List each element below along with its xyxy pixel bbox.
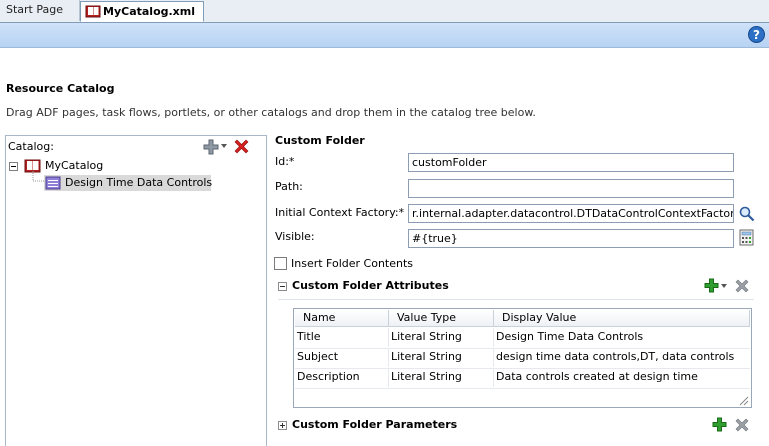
chevron-down-icon[interactable] (721, 284, 727, 289)
add-plus-icon[interactable] (203, 139, 219, 155)
path-label: Path: (275, 180, 303, 193)
cell-name: Title (295, 328, 389, 347)
section-title: Custom Folder (275, 134, 365, 147)
book-icon (85, 5, 101, 18)
cell-value-type: Literal String (389, 348, 494, 367)
path-field[interactable] (408, 179, 734, 198)
tab-label: Start Page (6, 3, 63, 16)
expand-toggle-icon[interactable] (278, 421, 287, 430)
tree-item-design-time-data-controls[interactable]: Design Time Data Controls (65, 176, 212, 189)
cell-display-value: Design Time Data Controls (496, 330, 644, 343)
add-green-plus-icon[interactable] (712, 417, 727, 432)
folder-icon (45, 176, 61, 190)
delete-icon[interactable] (233, 138, 250, 155)
search-icon[interactable] (739, 206, 755, 222)
column-header-value-type[interactable]: Value Type (389, 310, 494, 327)
cell-value-type: Literal String (389, 368, 494, 387)
context-factory-field[interactable]: r.internal.adapter.datacontrol.DTDataCon… (408, 204, 734, 223)
editor-tab-bar: Start Page MyCatalog.xml (0, 0, 769, 23)
tree-item-mycatalog[interactable]: MyCatalog (45, 159, 103, 172)
help-icon[interactable]: ? (748, 26, 765, 43)
resize-grip-icon[interactable] (738, 395, 749, 406)
attributes-table: Name Value Type Display Value Title Lite… (293, 308, 752, 408)
insert-folder-contents-label: Insert Folder Contents (291, 257, 414, 270)
insert-folder-contents-checkbox[interactable] (274, 257, 287, 270)
accordion-title: Custom Folder Attributes (292, 279, 449, 292)
cell-name: Subject (295, 348, 389, 367)
custom-folder-parameters-header[interactable]: Custom Folder Parameters (278, 416, 754, 438)
column-header-display-value[interactable]: Display Value (494, 310, 750, 327)
add-green-plus-icon[interactable] (704, 278, 719, 293)
collapse-toggle-icon[interactable] (278, 282, 287, 291)
delete-gray-icon[interactable] (734, 417, 750, 433)
id-field[interactable]: customFolder (408, 153, 734, 172)
cell-display-value: Data controls created at design time (496, 370, 698, 383)
visible-label: Visible: (275, 230, 315, 243)
tab-start-page[interactable]: Start Page (0, 0, 80, 21)
column-header-name[interactable]: Name (295, 310, 389, 327)
id-label: Id:* (275, 155, 295, 168)
custom-folder-attributes-header[interactable]: Custom Folder Attributes (278, 277, 754, 300)
chevron-down-icon[interactable] (221, 144, 227, 149)
context-factory-label: Initial Context Factory:* (275, 206, 405, 219)
table-row[interactable]: Subject Literal String design time data … (295, 348, 750, 369)
tree-connector (32, 171, 45, 182)
accordion-title: Custom Folder Parameters (292, 418, 458, 431)
page-description: Drag ADF pages, task flows, portlets, or… (6, 106, 536, 119)
cell-name: Description (295, 368, 389, 387)
cell-value-type: Literal String (389, 328, 494, 347)
tree-collapse-toggle[interactable] (9, 162, 18, 171)
tab-mycatalog-xml[interactable]: MyCatalog.xml (80, 1, 204, 22)
tab-label: MyCatalog.xml (103, 5, 196, 18)
catalog-label: Catalog: (8, 140, 54, 153)
visible-field[interactable]: #{true} (408, 229, 734, 248)
table-row[interactable]: Description Literal String Data controls… (295, 368, 750, 389)
editor-toolbar (0, 23, 769, 48)
page-title: Resource Catalog (6, 82, 115, 95)
table-row[interactable]: Title Literal String Design Time Data Co… (295, 328, 750, 349)
expression-builder-icon[interactable] (739, 229, 754, 246)
cell-display-value: design time data controls,DT, data contr… (496, 350, 735, 363)
delete-gray-icon[interactable] (734, 278, 750, 294)
